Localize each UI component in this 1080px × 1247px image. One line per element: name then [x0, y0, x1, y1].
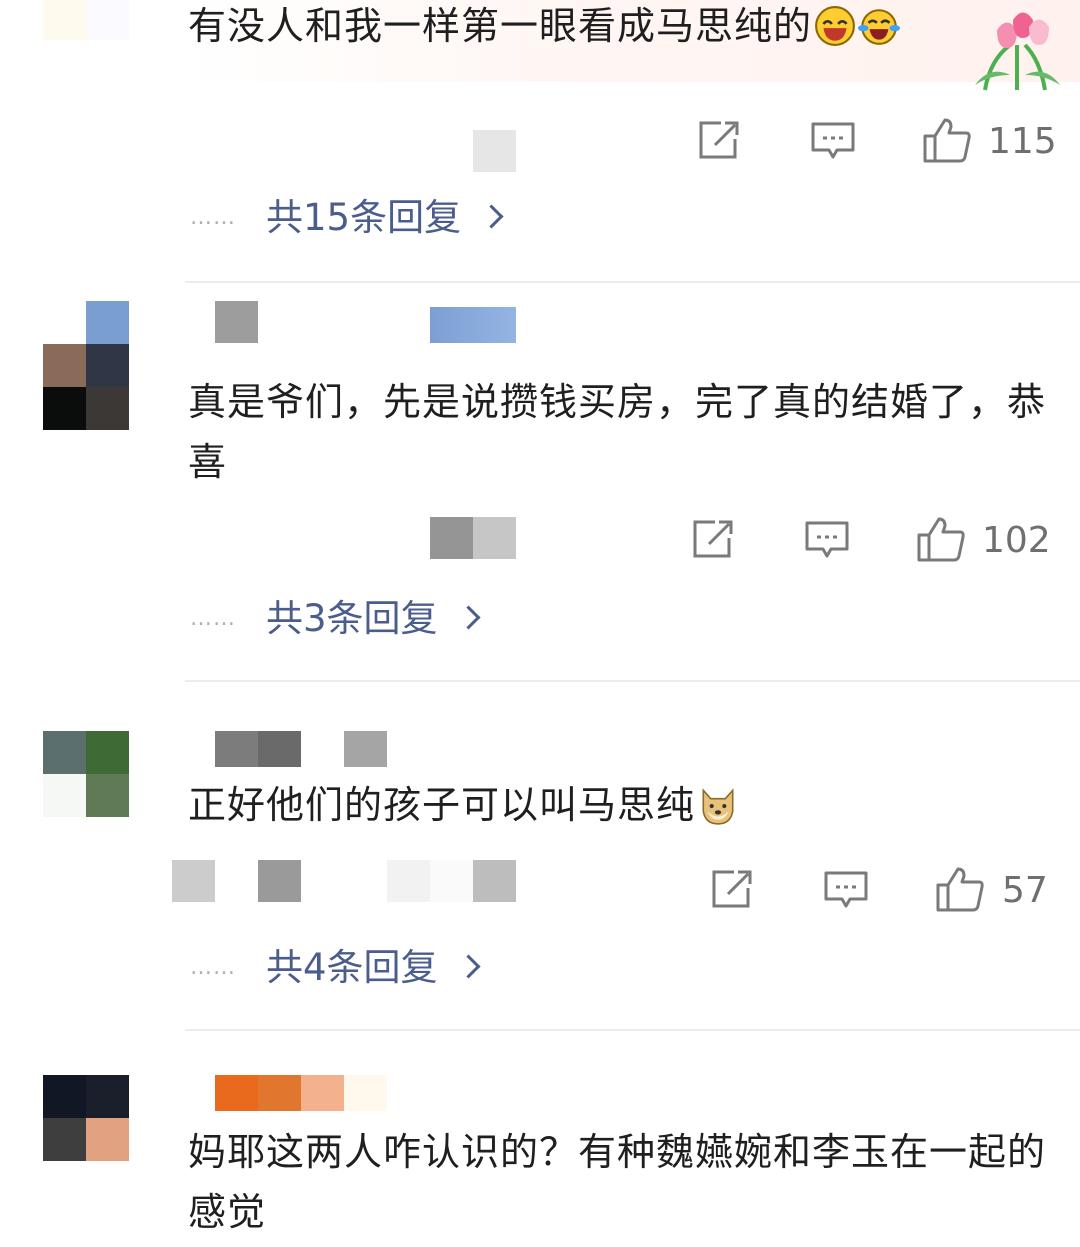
comment-icon[interactable] — [810, 121, 856, 161]
time-mosaic — [430, 517, 473, 559]
username-mosaic[interactable] — [258, 731, 301, 767]
comment-text: 妈耶这两人咋认识的？有种魏嬿婉和李玉在一起的感觉 — [188, 1130, 1047, 1234]
divider — [185, 680, 1080, 682]
thumbs-up-icon[interactable] — [935, 865, 985, 913]
time-mosaic — [473, 517, 516, 559]
thumbs-up-icon[interactable] — [922, 116, 972, 164]
like-count: 115 — [988, 121, 1057, 162]
chevron-right-icon — [456, 954, 481, 979]
chevron-right-icon — [479, 204, 504, 229]
chevron-right-icon — [456, 605, 481, 630]
crying-laughing-face-icon — [858, 9, 901, 45]
avatar[interactable] — [43, 1075, 129, 1161]
comment-text: 有没人和我一样第一眼看成马思纯的 — [188, 0, 1048, 56]
comment-icon[interactable] — [823, 870, 869, 910]
username-mosaic[interactable] — [215, 301, 258, 343]
share-icon[interactable] — [710, 868, 754, 910]
share-icon[interactable] — [691, 518, 735, 560]
comment-icon[interactable] — [804, 520, 850, 560]
level-badge-mosaic — [344, 731, 387, 767]
like-count: 102 — [982, 520, 1051, 561]
location-mosaic — [473, 860, 516, 902]
username-mosaic[interactable] — [215, 731, 258, 767]
view-replies-link[interactable]: …… 共3条回复 — [190, 597, 481, 641]
avatar-mosaic[interactable] — [43, 0, 86, 40]
vip-badge-mosaic — [430, 307, 516, 343]
doge-icon — [702, 788, 734, 825]
username-mosaic[interactable] — [301, 1075, 344, 1111]
share-icon[interactable] — [697, 119, 741, 161]
divider — [185, 281, 1080, 283]
avatar[interactable] — [43, 731, 129, 817]
username-mosaic[interactable] — [344, 1075, 387, 1111]
tulip-badge-icon — [975, 12, 1060, 91]
location-mosaic — [430, 860, 473, 902]
time-mosaic — [258, 860, 301, 902]
divider — [185, 1029, 1080, 1031]
time-mosaic — [172, 860, 215, 902]
comment-text: 正好他们的孩子可以叫马思纯 — [188, 775, 1048, 835]
laughing-face-icon — [815, 6, 855, 46]
like-count: 57 — [1002, 870, 1048, 911]
time-mosaic — [473, 130, 516, 172]
location-mosaic — [387, 860, 430, 902]
view-replies-link[interactable]: …… 共4条回复 — [190, 946, 481, 990]
comment-text: 真是爷们，先是说攒钱买房，完了真的结婚了，恭喜 — [188, 380, 1047, 484]
username-mosaic[interactable] — [258, 1075, 301, 1111]
thumbs-up-icon[interactable] — [916, 515, 966, 563]
avatar-mosaic — [86, 0, 129, 40]
username-mosaic[interactable] — [215, 1075, 258, 1111]
view-replies-link[interactable]: …… 共15条回复 — [190, 196, 504, 240]
avatar[interactable] — [43, 301, 129, 431]
